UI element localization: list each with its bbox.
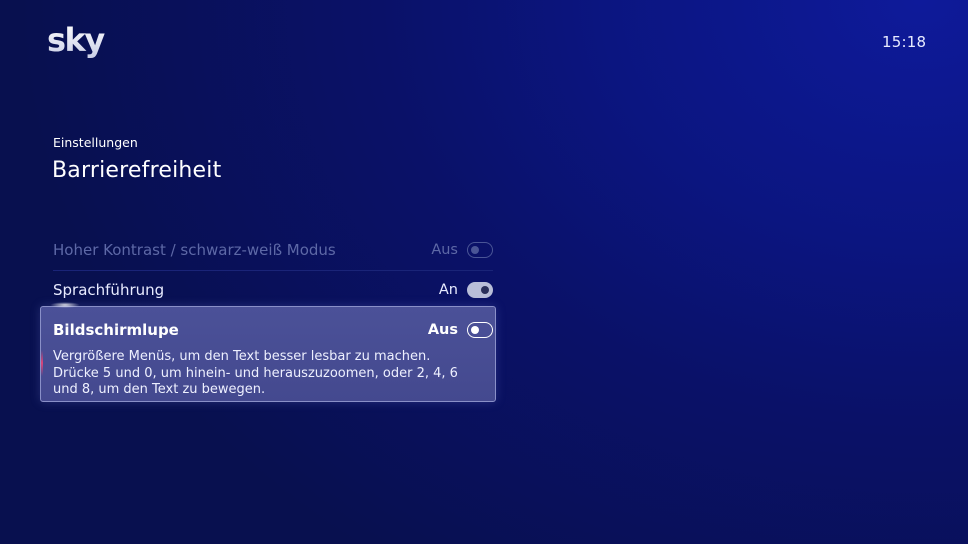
clock: 15:18 [882,33,927,51]
description-line: Drücke 5 und 0, um hinein- und herauszuz… [53,365,458,381]
focus-glow [50,302,80,308]
toggle-switch-icon[interactable] [467,282,493,298]
focus-accent [41,350,43,376]
setting-control: Aus [431,242,493,258]
setting-control: An [439,282,493,298]
setting-voice-guidance[interactable]: Sprachführung An [53,271,493,309]
setting-label: Bildschirmlupe [53,321,179,339]
setting-state: An [438,282,458,298]
setting-screen-magnifier[interactable]: Bildschirmlupe Aus Vergrößere Menüs, um … [40,306,496,402]
setting-header: Bildschirmlupe Aus [53,315,493,345]
description-line: und 8, um den Text zu bewegen. [53,382,266,397]
breadcrumb: Einstellungen [53,135,138,150]
sky-logo: sky [47,24,107,62]
setting-high-contrast[interactable]: Hoher Kontrast / schwarz-weiß Modus Aus [53,231,493,269]
toggle-knob [481,286,489,294]
setting-description: Vergrößere Menüs, um den Text besser les… [53,349,458,399]
toggle-switch-icon[interactable] [467,322,493,338]
setting-control: Aus [428,322,493,338]
toggle-knob [471,326,479,334]
svg-text:sky: sky [47,24,105,59]
toggle-switch-icon[interactable] [467,242,493,258]
page-title: Barrierefreiheit [52,158,222,183]
setting-state: Aus [431,242,458,258]
toggle-knob [471,246,479,254]
description-line: Vergrößere Menüs, um den Text besser les… [53,349,431,364]
setting-label: Sprachführung [53,281,165,299]
setting-state: Aus [427,322,458,338]
setting-label: Hoher Kontrast / schwarz-weiß Modus [53,241,336,259]
